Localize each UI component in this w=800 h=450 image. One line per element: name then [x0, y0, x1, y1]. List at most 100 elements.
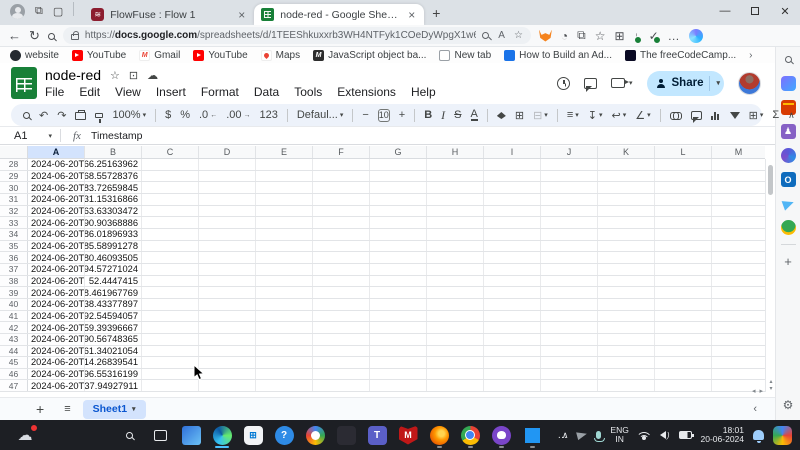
cell-empty[interactable] — [712, 194, 765, 205]
cell-empty[interactable] — [712, 159, 765, 170]
cell-empty[interactable] — [484, 171, 541, 182]
cell-empty[interactable] — [655, 346, 712, 357]
menu-help[interactable]: Help — [411, 85, 436, 99]
cell-empty[interactable] — [313, 229, 370, 240]
cell-empty[interactable] — [598, 311, 655, 322]
version-history-icon[interactable] — [557, 77, 570, 90]
cell-empty[interactable] — [484, 287, 541, 298]
cell-empty[interactable] — [199, 264, 256, 275]
text-color-button[interactable]: A — [471, 109, 478, 121]
bookmark-newtab[interactable]: New tab — [439, 50, 491, 61]
cell-empty[interactable] — [256, 182, 313, 193]
edge-button[interactable] — [210, 422, 234, 448]
cell-empty[interactable] — [313, 287, 370, 298]
cell-empty[interactable] — [370, 217, 427, 228]
sidebar-loop-icon[interactable] — [781, 148, 796, 163]
share-dropdown-icon[interactable]: ▾ — [716, 79, 720, 87]
cell-empty[interactable] — [427, 334, 484, 345]
cell-empty[interactable] — [598, 206, 655, 217]
column-header-m[interactable]: M — [712, 146, 765, 158]
cell-empty[interactable] — [313, 276, 370, 287]
notifications-bell-icon[interactable] — [753, 430, 764, 440]
menu-view[interactable]: View — [115, 85, 141, 99]
tray-hidden-icon[interactable] — [577, 430, 589, 440]
workspaces-icon[interactable]: ⧉ — [35, 5, 43, 18]
merge-cells-icon[interactable]: ⊟▾ — [533, 109, 548, 122]
cell-empty[interactable] — [370, 334, 427, 345]
column-header-j[interactable]: J — [541, 146, 598, 158]
cell-col-a[interactable]: 2024-06-20T12:2 — [28, 217, 85, 228]
window-close-button[interactable]: ✕ — [770, 0, 800, 22]
firefox-button[interactable] — [427, 422, 451, 448]
cell-empty[interactable] — [655, 206, 712, 217]
cell-empty[interactable] — [598, 241, 655, 252]
row-header[interactable]: 46 — [0, 369, 28, 380]
vscode-button[interactable] — [520, 422, 544, 448]
cell-empty[interactable] — [427, 159, 484, 170]
cell-empty[interactable] — [142, 252, 199, 263]
row-header[interactable]: 29 — [0, 171, 28, 182]
cell-empty[interactable] — [370, 252, 427, 263]
cell-empty[interactable] — [655, 287, 712, 298]
borders-icon[interactable]: ⊞ — [515, 109, 524, 122]
sidebar-search-icon[interactable] — [781, 52, 796, 67]
cell-empty[interactable] — [598, 276, 655, 287]
cell-empty[interactable] — [370, 322, 427, 333]
language-indicator[interactable]: ENGIN — [610, 426, 628, 444]
filter-views-icon[interactable]: ⊞▾ — [749, 109, 764, 122]
cell-empty[interactable] — [598, 182, 655, 193]
cell-empty[interactable] — [427, 252, 484, 263]
cell-col-b[interactable]: 61.34021054 — [85, 346, 142, 357]
cell-empty[interactable] — [313, 217, 370, 228]
cell-empty[interactable] — [541, 264, 598, 275]
cell-empty[interactable] — [256, 159, 313, 170]
scroll-left-icon[interactable]: ◂ — [752, 387, 756, 395]
extension-icon[interactable]: ◔ — [561, 29, 568, 43]
cell-col-a[interactable]: 2024-06-20T12:2 — [28, 171, 85, 182]
window-restore-button[interactable] — [740, 0, 770, 22]
cell-empty[interactable] — [142, 299, 199, 310]
column-header-b[interactable]: B — [85, 146, 142, 158]
cell-empty[interactable] — [484, 311, 541, 322]
clock[interactable]: 18:0120-06-2024 — [701, 426, 744, 445]
add-sheet-icon[interactable]: + — [28, 401, 52, 417]
cell-empty[interactable] — [370, 380, 427, 391]
share-button[interactable]: Share ▾ — [647, 71, 724, 96]
cell-col-a[interactable]: 2024-06-20T12:2 — [28, 357, 85, 368]
cell-empty[interactable] — [427, 299, 484, 310]
sheet-tab-menu-icon[interactable]: ▾ — [132, 405, 136, 413]
bookmark-youtube[interactable]: YouTube — [72, 50, 126, 61]
paint-format-icon[interactable] — [95, 113, 103, 118]
column-header-i[interactable]: I — [484, 146, 541, 158]
scroll-down-icon[interactable]: ▾ — [769, 385, 772, 392]
cell-empty[interactable] — [427, 276, 484, 287]
cell-empty[interactable] — [598, 264, 655, 275]
cell-empty[interactable] — [655, 159, 712, 170]
bookmark-youtube-2[interactable]: YouTube — [193, 50, 247, 61]
cell-empty[interactable] — [484, 322, 541, 333]
menu-format[interactable]: Format — [201, 85, 239, 99]
collapse-sidebar-icon[interactable]: ‹ — [753, 403, 757, 415]
row-header[interactable]: 33 — [0, 217, 28, 228]
row-header[interactable]: 36 — [0, 252, 28, 263]
cell-col-a[interactable]: 2024-06-20T12:2 — [28, 264, 85, 275]
cell-empty[interactable] — [313, 171, 370, 182]
cell-empty[interactable] — [256, 206, 313, 217]
column-header-l[interactable]: L — [655, 146, 712, 158]
cell-empty[interactable] — [598, 159, 655, 170]
text-wrap-icon[interactable]: ↩▾ — [611, 109, 626, 122]
bookmark-gmail[interactable]: MGmail — [139, 50, 180, 61]
cell-col-b[interactable]: 90.56748365 — [85, 334, 142, 345]
cell-empty[interactable] — [256, 276, 313, 287]
formula-input[interactable]: Timestamp — [91, 130, 143, 142]
sidebar-settings-icon[interactable]: ⚙ — [781, 397, 796, 412]
browser-profile-icon[interactable] — [10, 4, 25, 19]
cell-empty[interactable] — [712, 299, 765, 310]
cell-empty[interactable] — [427, 217, 484, 228]
cell-empty[interactable] — [370, 229, 427, 240]
wifi-icon[interactable] — [638, 430, 651, 440]
tab-close-icon[interactable]: × — [406, 8, 417, 22]
cell-empty[interactable] — [256, 287, 313, 298]
insert-link-icon[interactable] — [670, 112, 682, 118]
cell-empty[interactable] — [541, 252, 598, 263]
